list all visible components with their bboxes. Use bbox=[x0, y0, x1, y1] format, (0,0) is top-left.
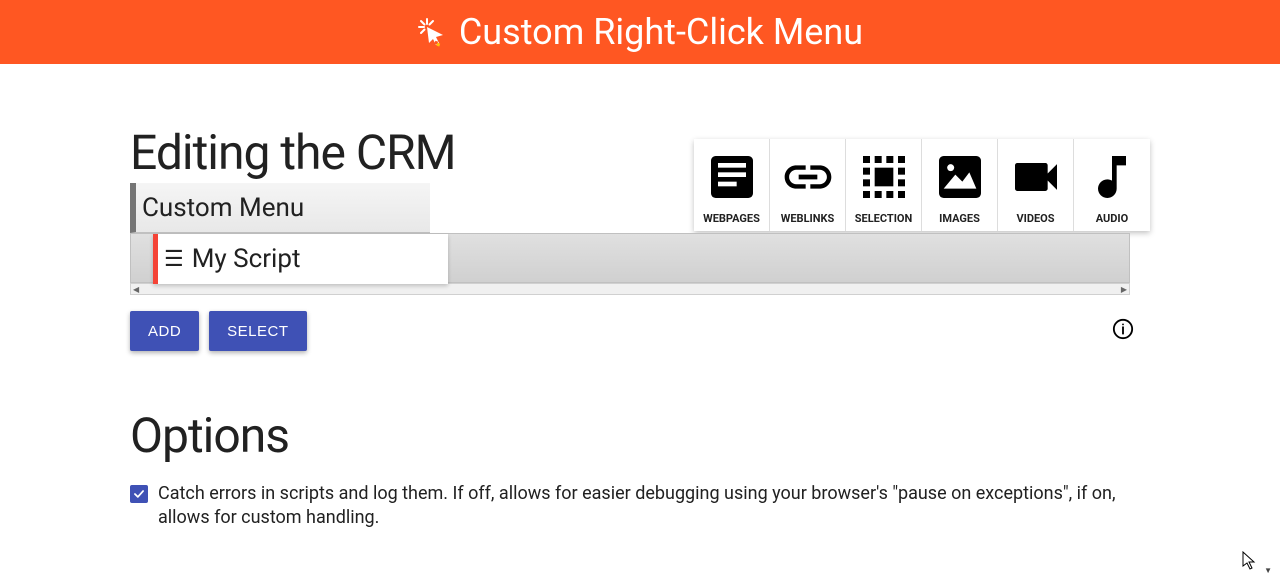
options-title: Options bbox=[130, 407, 1150, 464]
option-catch-errors: Catch errors in scripts and log them. If… bbox=[130, 482, 1150, 531]
app-header: Custom Right-Click Menu bbox=[0, 0, 1280, 64]
app-title: Custom Right-Click Menu bbox=[459, 11, 863, 53]
catch-errors-checkbox[interactable] bbox=[130, 485, 148, 503]
catch-errors-label: Catch errors in scripts and log them. If… bbox=[158, 482, 1150, 531]
scroll-right-icon[interactable]: ▶ bbox=[1119, 285, 1129, 294]
crm-children-container: ☰ My Script bbox=[130, 233, 1130, 283]
add-button[interactable]: ADD bbox=[130, 311, 199, 351]
scroll-left-icon[interactable]: ◀ bbox=[131, 285, 141, 294]
info-icon[interactable] bbox=[1112, 318, 1134, 344]
crm-root-label: Custom Menu bbox=[142, 193, 304, 223]
select-button[interactable]: SELECT bbox=[209, 311, 306, 351]
crm-tree: Custom Menu ☰ My Script ◀ ▶ bbox=[130, 183, 1150, 295]
crm-script-item[interactable]: ☰ My Script bbox=[153, 234, 448, 284]
drag-handle-icon[interactable]: ☰ bbox=[158, 247, 192, 272]
cursor-click-icon bbox=[417, 17, 447, 47]
horizontal-scrollbar[interactable]: ◀ ▶ bbox=[130, 283, 1130, 295]
mouse-cursor-icon bbox=[1242, 551, 1258, 575]
crm-root-item[interactable]: Custom Menu bbox=[130, 183, 430, 233]
crm-item-label: My Script bbox=[192, 244, 301, 274]
action-button-row: ADD SELECT bbox=[130, 311, 1150, 351]
chevron-down-icon[interactable]: ▼ bbox=[1264, 566, 1272, 575]
